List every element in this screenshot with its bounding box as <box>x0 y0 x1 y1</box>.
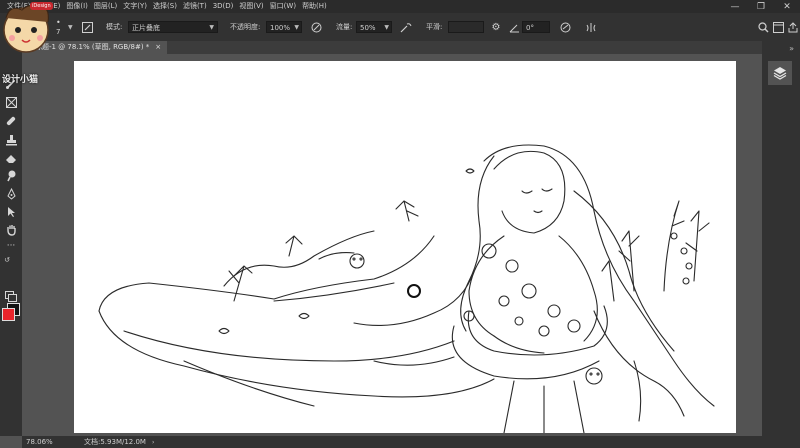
collapse-panels-icon[interactable]: » <box>762 41 800 55</box>
close-window-icon[interactable]: ✕ <box>774 0 800 13</box>
airbrush-icon[interactable] <box>399 20 413 34</box>
options-bar: • 7 ▼ 模式: 正片叠底 ▼ 不透明度: 100% ▼ 流量: 50% ▼ … <box>0 13 800 42</box>
pen-tool-icon[interactable] <box>0 187 22 201</box>
angle-value: 0° <box>526 24 534 32</box>
healing-brush-icon[interactable] <box>0 114 22 128</box>
smoothing-label: 平滑: <box>426 23 443 31</box>
zoom-level[interactable]: 78.06% <box>26 437 53 448</box>
tool-bar: ··· ↺ <box>0 41 22 436</box>
path-select-icon[interactable] <box>0 205 22 219</box>
foreground-color-swatch[interactable] <box>2 308 15 321</box>
menu-view[interactable]: 视图(V) <box>236 0 266 13</box>
right-panel-dock: » <box>762 41 800 436</box>
status-expand-icon[interactable]: › <box>152 437 154 448</box>
flow-label: 流量: <box>336 23 353 31</box>
avatar: iDesign <box>0 0 54 56</box>
smudge-tool-icon[interactable] <box>0 169 22 183</box>
menu-3d[interactable]: 3D(D) <box>210 0 237 13</box>
swap-colors-icon[interactable]: ↺ <box>0 253 14 267</box>
chevron-down-icon: ▼ <box>209 24 214 31</box>
workspace-icon[interactable] <box>771 20 785 34</box>
sketch-artwork <box>98 144 715 433</box>
stamp-tool-icon[interactable] <box>0 133 22 147</box>
flow-value: 50% <box>360 24 376 32</box>
brush-size-value: 7 <box>56 28 61 36</box>
mode-select-value: 正片叠底 <box>132 24 160 32</box>
screen-mode-icon[interactable] <box>0 289 22 303</box>
avatar-badge: iDesign <box>30 2 53 10</box>
gear-icon[interactable]: ⚙ <box>489 20 503 34</box>
watermark-label: 设计小猫 <box>2 75 39 85</box>
mode-select[interactable]: 正片叠底 ▼ <box>128 21 218 33</box>
menu-layer[interactable]: 图层(L) <box>91 0 120 13</box>
angle-icon <box>507 20 521 34</box>
minimize-icon[interactable]: — <box>722 0 748 13</box>
flow-input[interactable]: 50% ▼ <box>356 21 392 33</box>
brush-preview-dot: • <box>56 18 61 27</box>
menu-filter[interactable]: 滤镜(T) <box>180 0 210 13</box>
menu-window[interactable]: 窗口(W) <box>267 0 299 13</box>
window-controls: — ❐ ✕ <box>722 0 800 13</box>
chevron-down-icon: ▼ <box>384 24 389 31</box>
chevron-down-icon: ▼ <box>294 24 299 31</box>
search-icon[interactable] <box>756 20 770 34</box>
document-size: 文档:5.93M/12.0M <box>84 438 146 446</box>
pressure-size-icon[interactable] <box>558 20 572 34</box>
mode-label: 模式: <box>106 23 123 31</box>
brush-cursor <box>407 284 421 298</box>
menu-bar: 文件(F) 编辑(E) 图像(I) 图层(L) 文字(Y) 选择(S) 滤镜(T… <box>0 0 800 13</box>
menu-type[interactable]: 文字(Y) <box>120 0 150 13</box>
more-tools-icon[interactable]: ··· <box>0 239 22 253</box>
brush-preset-chevron-icon[interactable]: ▼ <box>68 24 73 31</box>
menu-select[interactable]: 选择(S) <box>150 0 180 13</box>
layers-icon[interactable] <box>768 61 792 85</box>
eraser-tool-icon[interactable] <box>0 151 22 165</box>
menu-image[interactable]: 图像(I) <box>63 0 91 13</box>
drawing-canvas[interactable] <box>74 61 736 433</box>
opacity-input[interactable]: 100% ▼ <box>266 21 302 33</box>
hand-tool-icon[interactable] <box>0 223 22 237</box>
brush-settings-icon[interactable] <box>80 20 94 34</box>
status-bar: 78.06% 文档:5.93M/12.0M › <box>22 436 800 448</box>
pressure-opacity-icon[interactable] <box>309 20 323 34</box>
menu-help[interactable]: 帮助(H) <box>299 0 330 13</box>
symmetry-icon[interactable] <box>584 20 598 34</box>
maximize-icon[interactable]: ❐ <box>748 0 774 13</box>
opacity-value: 100% <box>270 24 291 32</box>
opacity-label: 不透明度: <box>230 23 261 31</box>
share-icon[interactable] <box>786 20 800 34</box>
smoothing-input[interactable] <box>448 21 484 33</box>
frame-tool-icon[interactable] <box>0 95 22 109</box>
close-tab-icon[interactable]: × <box>155 41 161 54</box>
angle-input[interactable]: 0° <box>522 21 550 33</box>
document-tab-bar: 未标题-1 @ 78.1% (草图, RGB/8#) * × <box>22 41 762 54</box>
